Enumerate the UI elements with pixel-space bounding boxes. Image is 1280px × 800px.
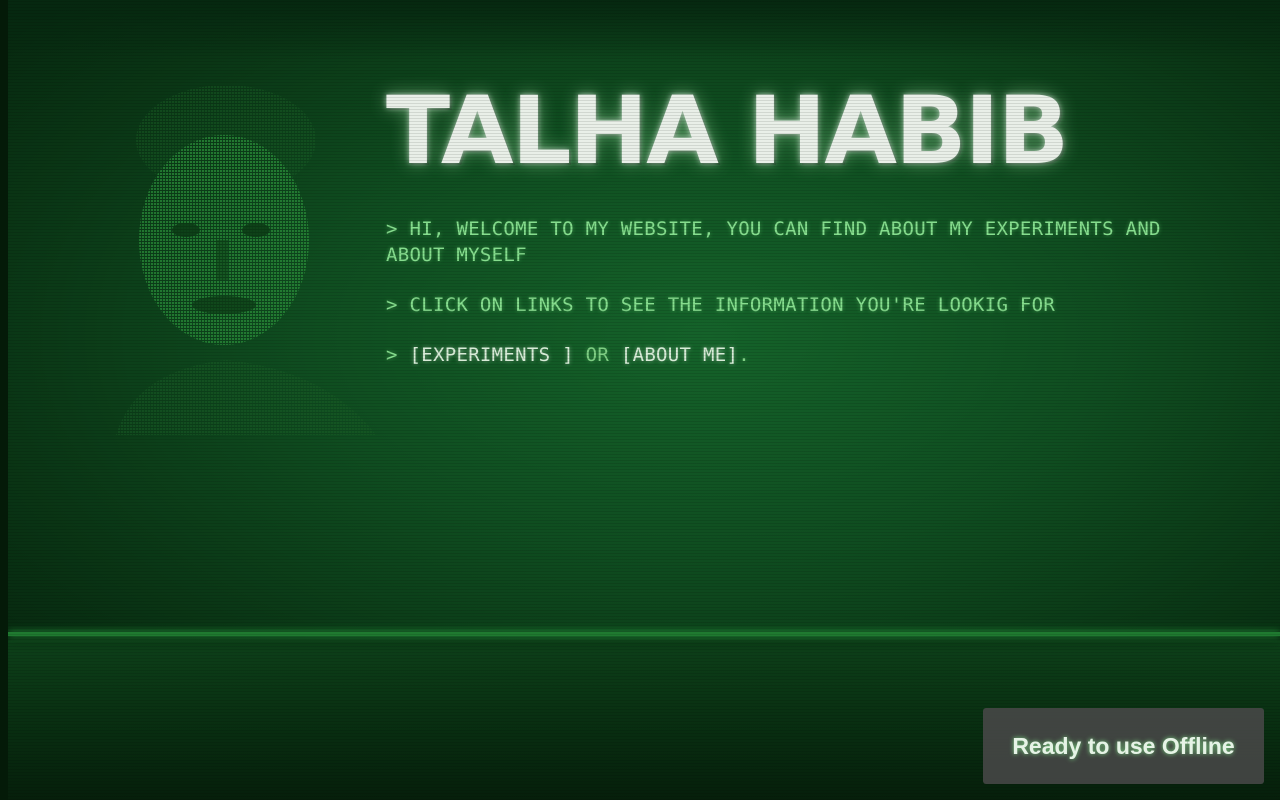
period: . [738,344,750,366]
about-me-link[interactable]: [ABOUT ME] [621,344,738,366]
page-title: TALHA HABIB [386,77,1069,186]
or-separator: OR [585,344,610,366]
links-line: > [EXPERIMENTS ] OR [ABOUT ME]. [386,342,1206,368]
instruction-line: > CLICK ON LINKS TO SEE THE INFORMATION … [386,292,1206,318]
top-vignette [8,0,1280,60]
horizon-divider [8,632,1280,636]
welcome-line: > HI, WELCOME TO MY WEBSITE, YOU CAN FIN… [386,216,1206,268]
terminal-output: > HI, WELCOME TO MY WEBSITE, YOU CAN FIN… [386,216,1206,392]
screen-bezel [0,0,8,800]
ascii-portrait-image [116,85,376,435]
welcome-text: HI, WELCOME TO MY WEBSITE, YOU CAN FIND … [386,218,1161,266]
experiments-link[interactable]: [EXPERIMENTS ] [410,344,574,366]
prompt-symbol: > [386,294,398,316]
prompt-symbol: > [386,218,398,240]
prompt-symbol: > [386,344,398,366]
crt-screen: TALHA HABIB > HI, WELCOME TO MY WEBSITE,… [8,0,1280,800]
instruction-text: CLICK ON LINKS TO SEE THE INFORMATION YO… [409,294,1056,316]
offline-ready-toast: Ready to use Offline [983,708,1264,784]
